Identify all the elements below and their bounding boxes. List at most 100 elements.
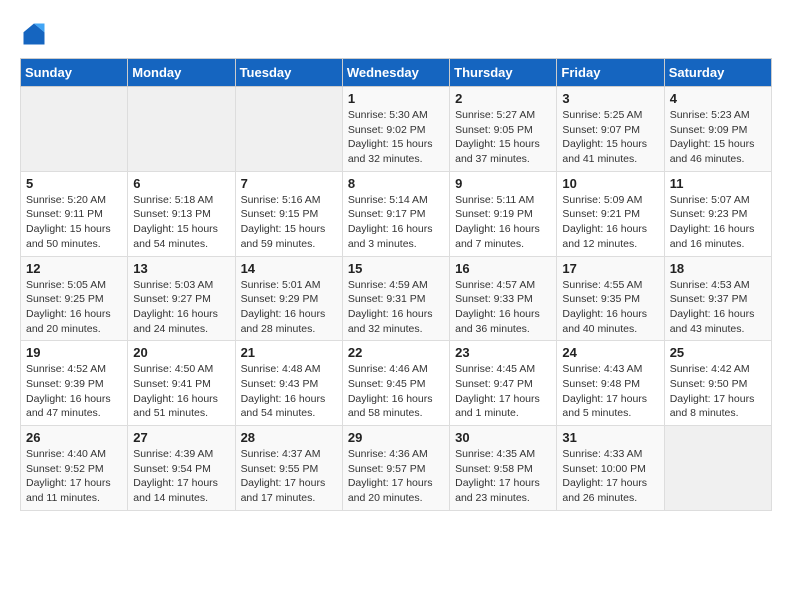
calendar-cell: 4Sunrise: 5:23 AMSunset: 9:09 PMDaylight… [664,87,771,172]
cell-info: Sunrise: 4:36 AM [348,447,444,462]
cell-info: Daylight: 17 hours and 1 minute. [455,392,551,421]
cell-info: Daylight: 16 hours and 12 minutes. [562,222,658,251]
calendar-cell: 10 Sunrise: 5:09 AMSunset: 9:21 PMDayligh… [557,171,664,256]
day-number: 31 [562,430,658,445]
day-number: 18 [670,261,766,276]
calendar-week-1: 1Sunrise: 5:30 AMSunset: 9:02 PMDaylight… [21,87,772,172]
header-saturday: Saturday [664,59,771,87]
cell-info: Sunset: 9:55 PM [241,462,337,477]
cell-info: Sunset: 9:23 PM [670,207,766,222]
calendar-cell [128,87,235,172]
day-number: 5 [26,176,122,191]
cell-info: Sunrise: 4:42 AM [670,362,766,377]
day-number: 23 [455,345,551,360]
cell-info: Sunset: 9:54 PM [133,462,229,477]
cell-info: Daylight: 17 hours and 14 minutes. [133,476,229,505]
cell-info: Daylight: 15 hours and 50 minutes. [26,222,122,251]
calendar-cell: 8Sunrise: 5:14 AMSunset: 9:17 PMDaylight… [342,171,449,256]
day-number: 14 [241,261,337,276]
cell-info: Sunrise: 4:59 AM [348,278,444,293]
day-number: 10 [562,176,658,191]
calendar-cell: 7Sunrise: 5:16 AMSunset: 9:15 PMDaylight… [235,171,342,256]
cell-info: Sunrise: 5:09 AM [562,193,658,208]
day-number: 22 [348,345,444,360]
cell-info: Sunset: 9:11 PM [26,207,122,222]
day-number: 13 [133,261,229,276]
days-header-row: SundayMondayTuesdayWednesdayThursdayFrid… [21,59,772,87]
day-number: 25 [670,345,766,360]
cell-info: Sunset: 9:29 PM [241,292,337,307]
cell-info: Sunrise: 4:53 AM [670,278,766,293]
day-number: 28 [241,430,337,445]
calendar-cell: 23 Sunrise: 4:45 AMSunset: 9:47 PMDayligh… [450,341,557,426]
cell-info: Daylight: 16 hours and 24 minutes. [133,307,229,336]
cell-info: Sunrise: 5:03 AM [133,278,229,293]
cell-info: Sunrise: 5:11 AM [455,193,551,208]
cell-info: Sunrise: 4:46 AM [348,362,444,377]
day-number: 24 [562,345,658,360]
day-number: 1 [348,91,444,106]
cell-info: Sunset: 9:31 PM [348,292,444,307]
calendar-cell: 5 Sunrise: 5:20 AMSunset: 9:11 PMDaylight… [21,171,128,256]
cell-info: Sunset: 9:19 PM [455,207,551,222]
cell-info: Sunset: 9:43 PM [241,377,337,392]
cell-info: Sunrise: 5:20 AM [26,193,122,208]
calendar-cell: 29Sunrise: 4:36 AMSunset: 9:57 PMDayligh… [342,426,449,511]
cell-info: Sunset: 9:33 PM [455,292,551,307]
cell-info: Daylight: 15 hours and 41 minutes. [562,137,658,166]
day-number: 30 [455,430,551,445]
cell-info: Sunset: 9:21 PM [562,207,658,222]
calendar-cell: 18Sunrise: 4:53 AMSunset: 9:37 PMDayligh… [664,256,771,341]
cell-info: Sunset: 9:25 PM [26,292,122,307]
cell-info: Sunset: 9:13 PM [133,207,229,222]
cell-info: Sunrise: 4:50 AM [133,362,229,377]
calendar-week-5: 26Sunrise: 4:40 AMSunset: 9:52 PMDayligh… [21,426,772,511]
cell-info: Daylight: 15 hours and 46 minutes. [670,137,766,166]
cell-info: Sunrise: 5:27 AM [455,108,551,123]
cell-info: Daylight: 16 hours and 47 minutes. [26,392,122,421]
cell-info: Sunset: 9:07 PM [562,123,658,138]
cell-info: Sunset: 9:39 PM [26,377,122,392]
calendar-week-4: 19Sunrise: 4:52 AMSunset: 9:39 PMDayligh… [21,341,772,426]
cell-info: Daylight: 17 hours and 26 minutes. [562,476,658,505]
cell-info: Daylight: 16 hours and 32 minutes. [348,307,444,336]
cell-info: Sunrise: 4:43 AM [562,362,658,377]
cell-info: Daylight: 15 hours and 37 minutes. [455,137,551,166]
cell-info: Sunrise: 4:45 AM [455,362,551,377]
cell-info: Sunset: 9:45 PM [348,377,444,392]
calendar-cell: 28Sunrise: 4:37 AMSunset: 9:55 PMDayligh… [235,426,342,511]
cell-info: Sunset: 9:47 PM [455,377,551,392]
day-number: 8 [348,176,444,191]
cell-info: Daylight: 15 hours and 32 minutes. [348,137,444,166]
day-number: 15 [348,261,444,276]
calendar-cell: 26Sunrise: 4:40 AMSunset: 9:52 PMDayligh… [21,426,128,511]
day-number: 11 [670,176,766,191]
cell-info: Sunset: 9:50 PM [670,377,766,392]
cell-info: Sunrise: 5:01 AM [241,278,337,293]
cell-info: Sunrise: 4:39 AM [133,447,229,462]
cell-info: Daylight: 17 hours and 5 minutes. [562,392,658,421]
calendar-cell: 19Sunrise: 4:52 AMSunset: 9:39 PMDayligh… [21,341,128,426]
header-tuesday: Tuesday [235,59,342,87]
cell-info: Sunset: 9:48 PM [562,377,658,392]
calendar-cell: 27Sunrise: 4:39 AMSunset: 9:54 PMDayligh… [128,426,235,511]
cell-info: Daylight: 16 hours and 28 minutes. [241,307,337,336]
cell-info: Daylight: 16 hours and 43 minutes. [670,307,766,336]
logo [20,20,52,48]
header-wednesday: Wednesday [342,59,449,87]
cell-info: Sunset: 10:00 PM [562,462,658,477]
calendar-week-2: 5Sunrise: 5:20 AMSunset: 9:11 PMDaylight… [21,171,772,256]
cell-info: Sunset: 9:05 PM [455,123,551,138]
calendar-cell: 24 Sunrise: 4:43 AMSunset: 9:48 PMDayligh… [557,341,664,426]
cell-info: Sunrise: 5:30 AM [348,108,444,123]
cell-info: Sunset: 9:15 PM [241,207,337,222]
cell-info: Sunrise: 5:16 AM [241,193,337,208]
cell-info: Daylight: 15 hours and 59 minutes. [241,222,337,251]
cell-info: Sunrise: 4:37 AM [241,447,337,462]
day-number: 3 [562,91,658,106]
day-number: 9 [455,176,551,191]
cell-info: Sunset: 9:35 PM [562,292,658,307]
calendar-cell: 17Sunrise: 4:55 AMSunset: 9:35 PMDayligh… [557,256,664,341]
day-number: 6 [133,176,229,191]
cell-info: Daylight: 17 hours and 11 minutes. [26,476,122,505]
